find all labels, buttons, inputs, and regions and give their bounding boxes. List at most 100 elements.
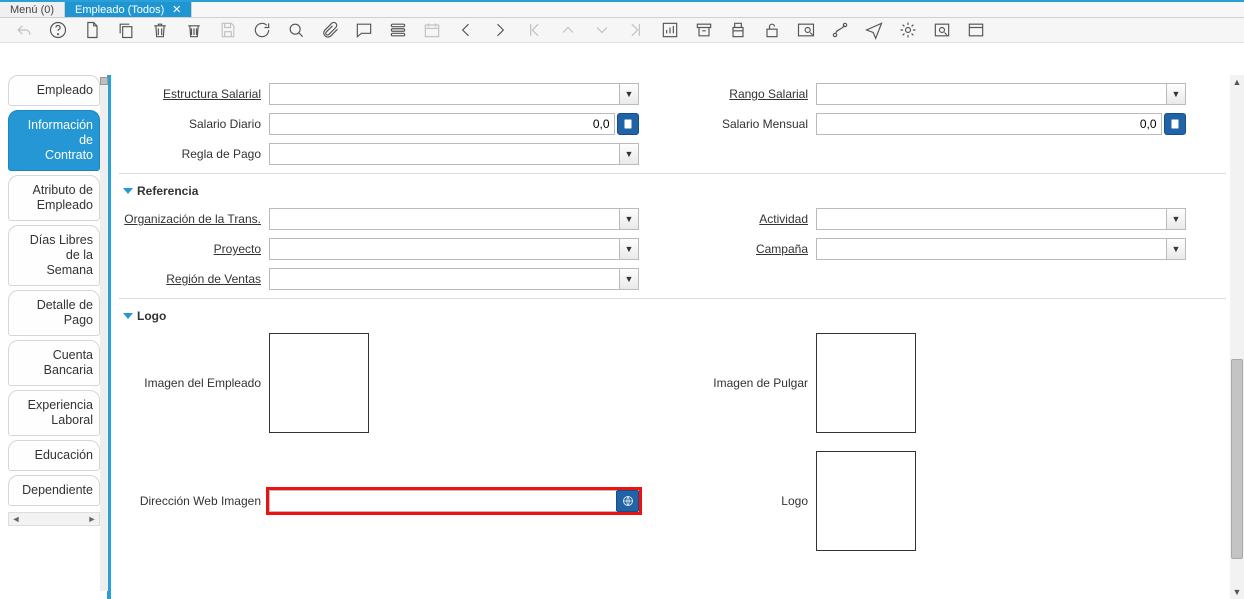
dropdown-icon[interactable]: ▼ <box>1167 238 1186 260</box>
multi-button[interactable] <box>386 18 410 42</box>
side-tab-label: Días Libres de la Semana <box>30 233 93 277</box>
calculator-icon[interactable] <box>617 113 640 135</box>
side-tab-contract-info[interactable]: Información de Contrato <box>8 110 100 171</box>
dropdown-icon[interactable]: ▼ <box>1167 83 1186 105</box>
side-tab-free-days[interactable]: Días Libres de la Semana <box>8 225 100 286</box>
calculator-icon[interactable] <box>1164 113 1187 135</box>
side-tab-label: Atributo de Empleado <box>33 183 93 212</box>
workflow-button[interactable] <box>828 18 852 42</box>
project-input[interactable] <box>269 238 620 260</box>
tab-menu[interactable]: Menú (0) <box>0 2 65 17</box>
activity-input[interactable] <box>816 208 1167 230</box>
side-tab-label: Dependiente <box>22 483 93 497</box>
side-tab-label: Educación <box>35 448 93 462</box>
zoom-across-button[interactable] <box>794 18 818 42</box>
side-tab-label: Información de Contrato <box>28 118 93 162</box>
send-button[interactable] <box>862 18 886 42</box>
reference-section-header[interactable]: Referencia <box>125 184 1226 198</box>
sales-region-label[interactable]: Región de Ventas <box>119 272 269 286</box>
scroll-up-icon[interactable]: ▲ <box>1230 75 1244 89</box>
first-button <box>522 18 546 42</box>
lock-button[interactable] <box>760 18 784 42</box>
side-tab-payment-detail[interactable]: Detalle de Pago <box>8 290 100 336</box>
daily-salary-input[interactable] <box>269 113 615 135</box>
report-button[interactable] <box>658 18 682 42</box>
chevron-right-icon[interactable]: ► <box>87 514 97 524</box>
project-label[interactable]: Proyecto <box>119 242 269 256</box>
search-button[interactable] <box>284 18 308 42</box>
campaign-label[interactable]: Campaña <box>666 242 816 256</box>
help-button[interactable] <box>46 18 70 42</box>
dropdown-icon[interactable]: ▼ <box>620 268 639 290</box>
logo-section-header[interactable]: Logo <box>125 309 1226 323</box>
logo-image-box[interactable] <box>816 451 916 551</box>
salary-structure-input[interactable] <box>269 83 620 105</box>
salary-structure-label[interactable]: Estructura Salarial <box>119 87 269 101</box>
next-button[interactable] <box>488 18 512 42</box>
parent-up-button <box>556 18 580 42</box>
delete-selected-button[interactable] <box>182 18 206 42</box>
side-tab-bank-account[interactable]: Cuenta Bancaria <box>8 340 100 386</box>
section-divider <box>119 173 1226 174</box>
reference-section-title: Referencia <box>137 184 198 198</box>
delete-button[interactable] <box>148 18 172 42</box>
collapse-icon <box>123 313 133 319</box>
form-scrollbar[interactable]: ▲ ▼ <box>1230 75 1244 599</box>
dropdown-icon[interactable]: ▼ <box>620 208 639 230</box>
attachment-button[interactable] <box>318 18 342 42</box>
calendar-button <box>420 18 444 42</box>
refresh-button[interactable] <box>250 18 274 42</box>
side-scrollbar-thumb[interactable] <box>100 77 108 85</box>
dropdown-icon[interactable]: ▼ <box>1167 208 1186 230</box>
tab-menu-label: Menú (0) <box>10 4 54 16</box>
side-tab-employee-attribute[interactable]: Atributo de Empleado <box>8 175 100 221</box>
side-tab-dependent[interactable]: Dependiente <box>8 475 100 506</box>
copy-button[interactable] <box>114 18 138 42</box>
side-tab-employee[interactable]: Empleado <box>8 75 100 106</box>
side-tab-label: Experiencia Laboral <box>28 398 93 427</box>
sales-region-input[interactable] <box>269 268 620 290</box>
workspace: Empleado Información de Contrato Atribut… <box>0 43 1244 599</box>
payment-rule-input[interactable] <box>269 143 620 165</box>
campaign-input[interactable] <box>816 238 1167 260</box>
globe-icon[interactable] <box>616 490 639 512</box>
side-scrollbar[interactable] <box>100 77 108 591</box>
new-button[interactable] <box>80 18 104 42</box>
trx-org-input[interactable] <box>269 208 620 230</box>
trx-org-label[interactable]: Organización de la Trans. <box>119 212 269 226</box>
logo-section-title: Logo <box>137 309 166 323</box>
chevron-left-icon[interactable]: ◄ <box>11 514 21 524</box>
chat-button[interactable] <box>352 18 376 42</box>
activity-label[interactable]: Actividad <box>666 212 816 226</box>
form-scrollbar-thumb[interactable] <box>1231 359 1243 559</box>
thumb-image-box[interactable] <box>816 333 916 433</box>
side-tab-label: Empleado <box>37 83 93 97</box>
print-button[interactable] <box>726 18 750 42</box>
tab-strip: Menú (0) Empleado (Todos) × <box>0 2 1244 18</box>
archive-button[interactable] <box>692 18 716 42</box>
tab-employee-all[interactable]: Empleado (Todos) × <box>65 2 192 17</box>
employee-image-box[interactable] <box>269 333 369 433</box>
pay-grade-input[interactable] <box>816 83 1167 105</box>
side-horizontal-scroll[interactable]: ◄ ► <box>8 512 100 526</box>
side-tab-work-experience[interactable]: Experiencia Laboral <box>8 390 100 436</box>
close-icon[interactable]: × <box>172 2 181 17</box>
prev-button[interactable] <box>454 18 478 42</box>
process-gear-button[interactable] <box>896 18 920 42</box>
preference-button[interactable] <box>964 18 988 42</box>
child-down-button <box>590 18 614 42</box>
image-url-input[interactable] <box>269 490 616 512</box>
payment-rule-label: Regla de Pago <box>119 147 269 161</box>
dropdown-icon[interactable]: ▼ <box>620 83 639 105</box>
thumb-image-label: Imagen de Pulgar <box>666 376 816 390</box>
section-divider <box>119 298 1226 299</box>
last-button <box>624 18 648 42</box>
scroll-down-icon[interactable]: ▼ <box>1230 585 1244 599</box>
pay-grade-label[interactable]: Rango Salarial <box>666 87 816 101</box>
product-info-button[interactable] <box>930 18 954 42</box>
dropdown-icon[interactable]: ▼ <box>620 238 639 260</box>
side-tab-label: Cuenta Bancaria <box>44 348 93 377</box>
monthly-salary-input[interactable] <box>816 113 1162 135</box>
dropdown-icon[interactable]: ▼ <box>620 143 639 165</box>
side-tab-education[interactable]: Educación <box>8 440 100 471</box>
